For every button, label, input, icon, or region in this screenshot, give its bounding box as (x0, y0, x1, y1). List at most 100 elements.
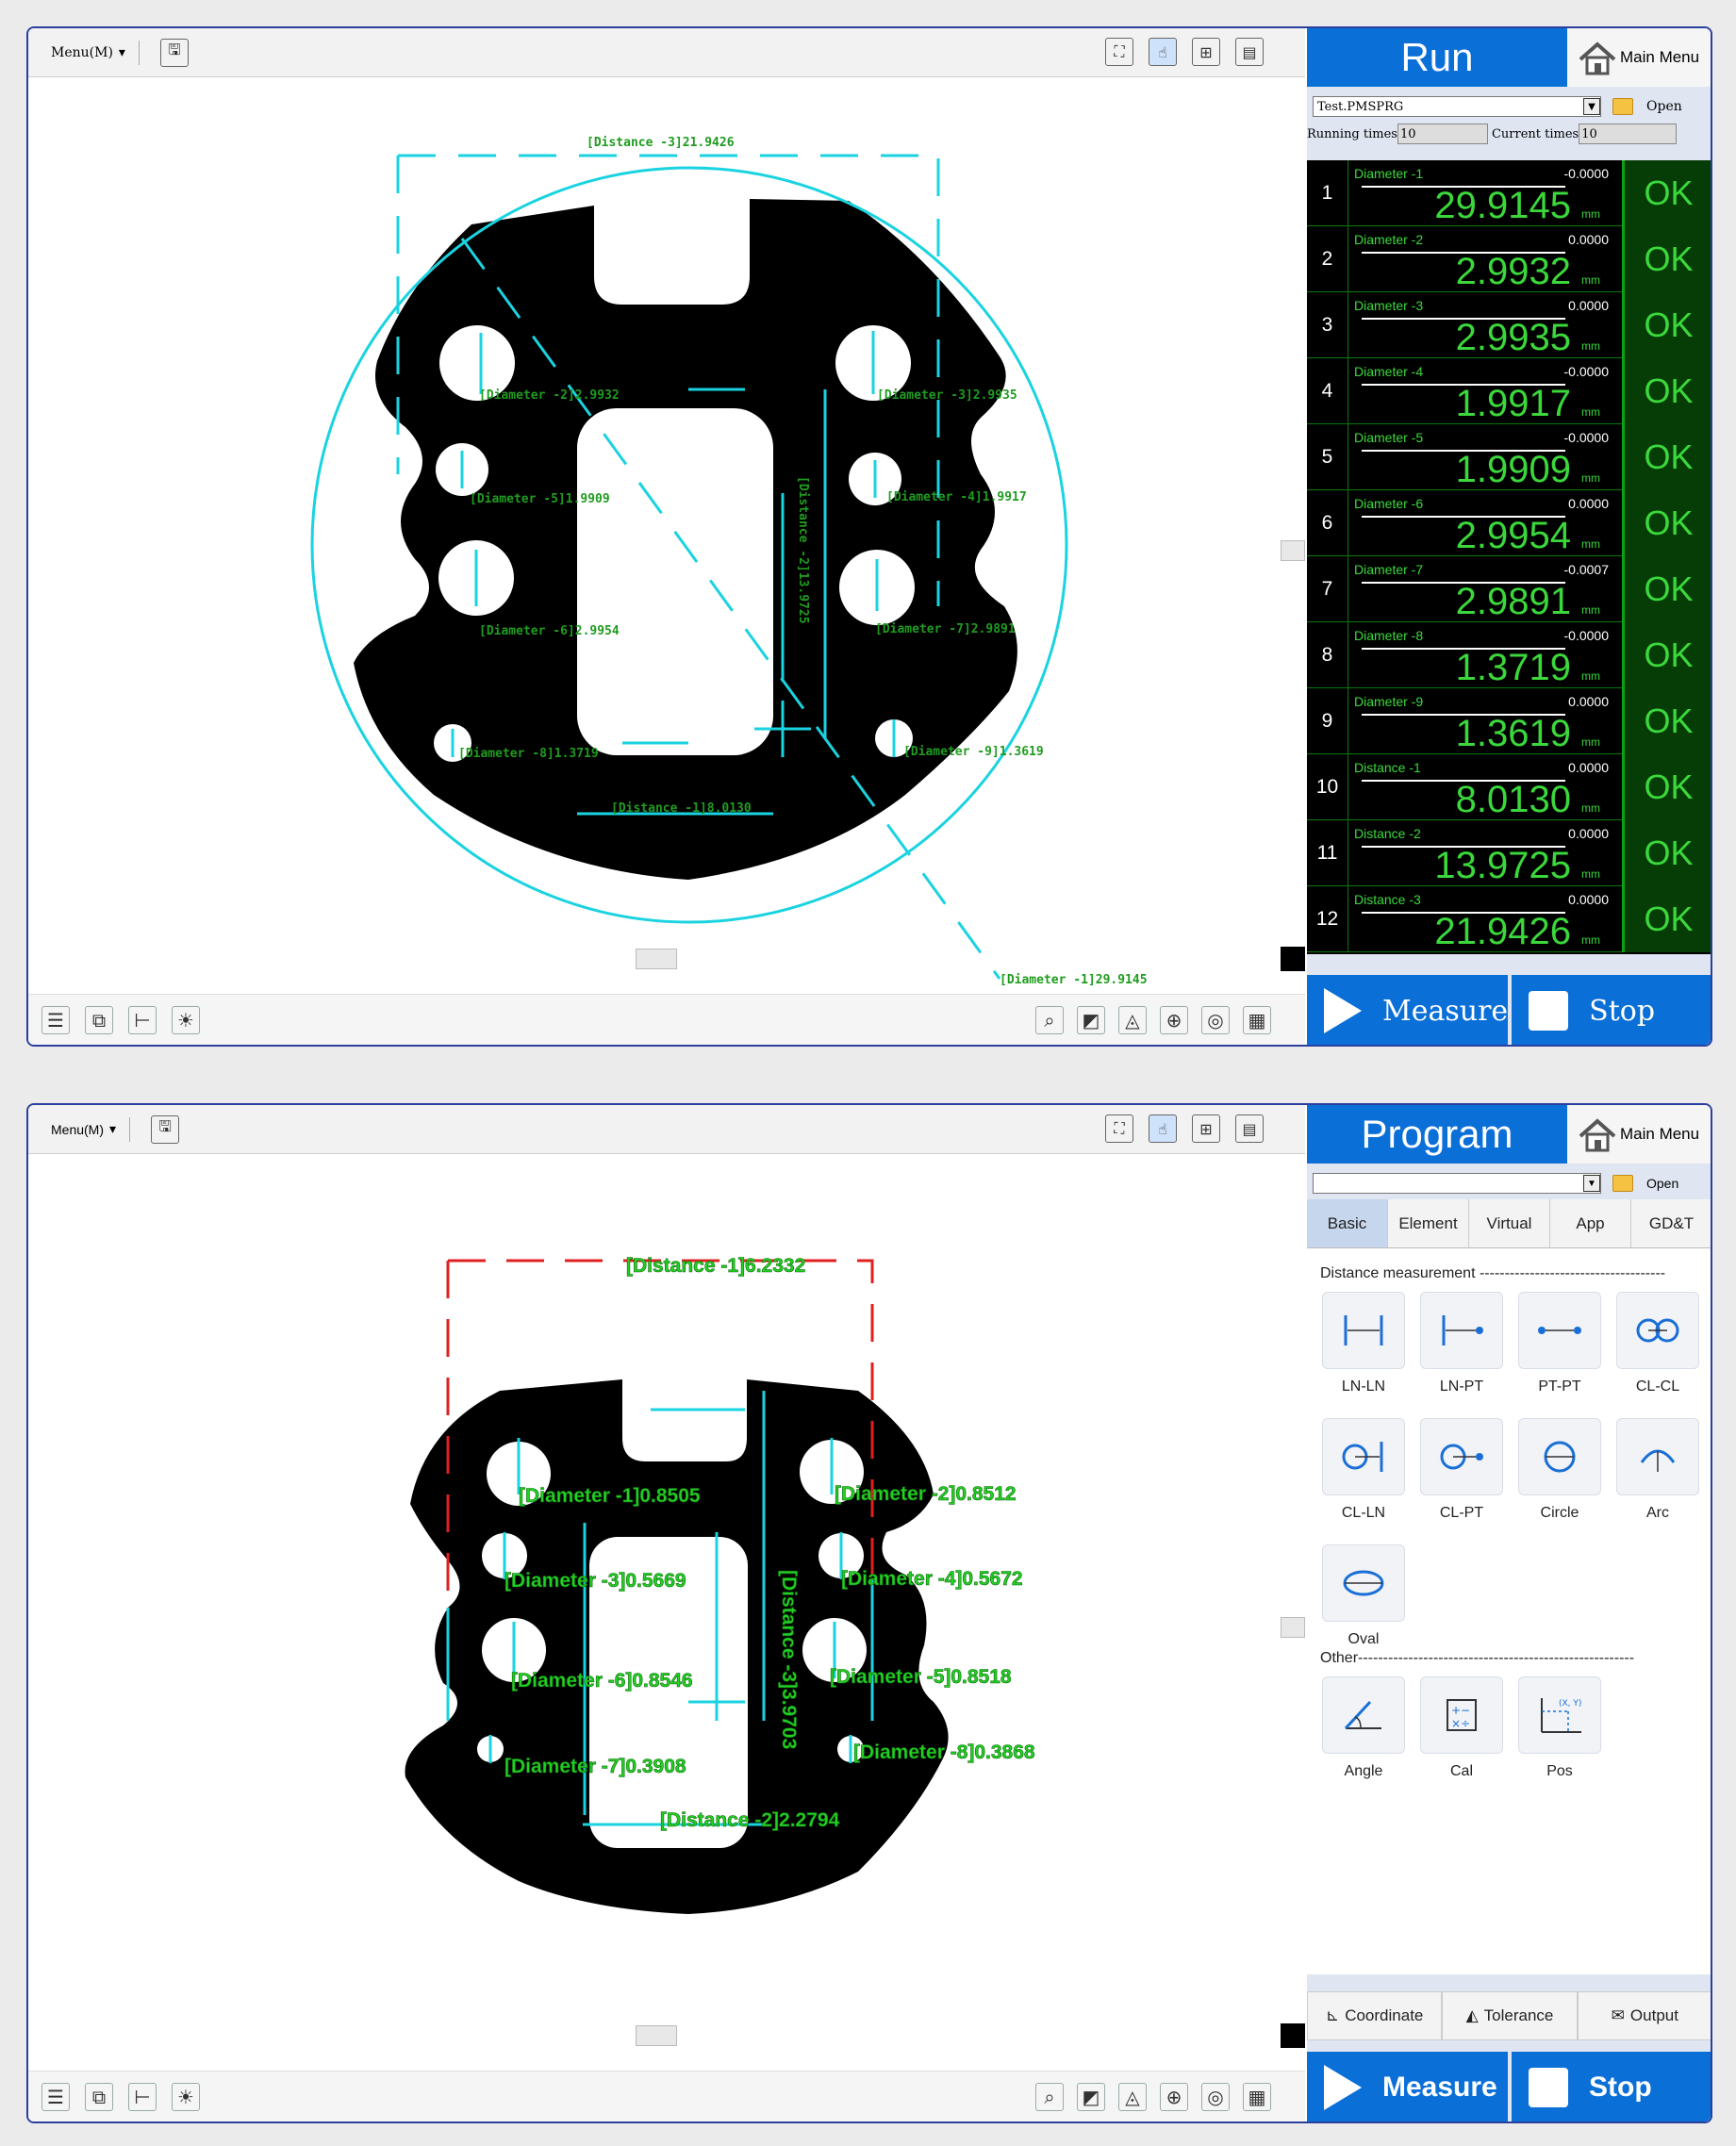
light-icon[interactable]: ⊢ (128, 2083, 157, 2111)
annotation-distance-2: [Distance -2]13.9725 (796, 476, 810, 624)
result-unit: mm (1581, 735, 1600, 749)
result-row[interactable]: 10 Distance -1 0.0000 8.0130 mm OK (1307, 754, 1711, 820)
pt-pt-icon (1538, 1327, 1581, 1334)
measure-label: Measure (1382, 994, 1509, 1028)
result-row[interactable]: 12 Distance -3 0.0000 21.9426 mm OK (1307, 886, 1711, 952)
result-name: Diameter -4 (1354, 364, 1424, 379)
image-filter-icon[interactable]: ◩ (1077, 2083, 1105, 2111)
tool-oval[interactable]: Oval (1322, 1544, 1405, 1648)
program-select[interactable]: Test.PMSPRG ▼ (1313, 96, 1601, 117)
open-button[interactable]: Open (1612, 98, 1682, 115)
tool-ln-ln[interactable]: LN-LN (1322, 1292, 1405, 1395)
capture-icon[interactable]: ◎ (1201, 1006, 1230, 1034)
brightness-icon[interactable]: ☀ (172, 1006, 200, 1034)
tab-output[interactable]: ✉ Output (1577, 1991, 1711, 2040)
tab-basic[interactable]: Basic (1307, 1199, 1388, 1247)
layers-icon[interactable]: ⧉ (85, 1006, 113, 1034)
annotation-diameter-4: [Diameter -4]1.9917 (886, 490, 1027, 504)
main-menu-button[interactable]: Main Menu (1567, 1105, 1711, 1164)
export-icon[interactable]: ▦ (1243, 2083, 1271, 2111)
stop-button[interactable]: Stop (1512, 975, 1711, 1045)
menu-button[interactable]: Menu(M) ▾ (51, 1121, 116, 1137)
image-search-icon[interactable]: ⌕ (1035, 1006, 1064, 1034)
zoom-area-icon[interactable]: ⊞ (1192, 38, 1220, 66)
hand-pan-icon[interactable]: ☝ (1149, 38, 1177, 66)
measure-button[interactable]: Measure (1307, 2052, 1508, 2121)
result-row[interactable]: 5 Diameter -5 -0.0000 1.9909 mm OK (1307, 424, 1711, 490)
measure-button[interactable]: Measure (1307, 975, 1509, 1045)
vertical-scroll-handle[interactable] (1281, 1617, 1305, 1638)
tab-gdt[interactable]: GD&T (1631, 1199, 1711, 1247)
image-settings-icon[interactable]: ▤ (1235, 1114, 1264, 1143)
layers-icon[interactable]: ⧉ (85, 2083, 113, 2111)
result-value: 29.9145 (1434, 185, 1571, 226)
menu-button[interactable]: Menu(M) ▾ (51, 45, 125, 60)
result-row[interactable]: 8 Diameter -8 -0.0000 1.3719 mm OK (1307, 622, 1711, 688)
tab-coordinate[interactable]: ⊾ Coordinate (1307, 1991, 1443, 2040)
edge-detect-icon[interactable]: ◬ (1118, 1006, 1147, 1034)
image-settings-icon[interactable]: ▤ (1235, 38, 1264, 66)
program-select[interactable]: ▼ (1313, 1173, 1601, 1194)
run-window: Menu(M) ▾ 🖫 ⛶ ☝ ⊞ ▤ [Distance -3]21.9426… (26, 26, 1712, 1047)
vertical-scroll-handle[interactable] (1281, 540, 1305, 561)
fit-view-icon[interactable]: ⛶ (1105, 38, 1133, 66)
result-row[interactable]: 9 Diameter -9 0.0000 1.3619 mm OK (1307, 688, 1711, 754)
svg-text:+−: +− (1451, 1704, 1470, 1717)
tool-cal[interactable]: +− ×÷ Cal (1420, 1676, 1503, 1780)
main-menu-label: Main Menu (1620, 1125, 1700, 1143)
image-canvas[interactable]: [Distance -3]21.9426 [Diameter -2]2.9932… (28, 78, 1305, 998)
result-row[interactable]: 3 Diameter -3 0.0000 2.9935 mm OK (1307, 292, 1711, 358)
tool-cl-ln[interactable]: CL-LN (1322, 1418, 1405, 1522)
tool-angle[interactable]: Angle (1322, 1676, 1405, 1780)
horizontal-scroll-handle[interactable] (636, 2025, 677, 2046)
tool-ln-pt[interactable]: LN-PT (1420, 1292, 1503, 1395)
result-row[interactable]: 4 Diameter -4 -0.0000 1.9917 mm OK (1307, 358, 1711, 424)
brightness-icon[interactable]: ☀ (172, 2083, 200, 2111)
export-icon[interactable]: ▦ (1243, 1006, 1271, 1034)
capture-icon[interactable]: ◎ (1201, 2083, 1230, 2111)
edge-detect-icon[interactable]: ◬ (1118, 2083, 1147, 2111)
running-times-field[interactable] (1397, 124, 1488, 144)
save-icon[interactable]: 🖫 (159, 38, 189, 67)
tab-virtual[interactable]: Virtual (1469, 1199, 1550, 1247)
annotation-diameter-5: [Diameter -5]1.9909 (470, 492, 610, 506)
tool-cl-cl[interactable]: CL-CL (1616, 1292, 1699, 1395)
image-filter-icon[interactable]: ◩ (1077, 1006, 1105, 1034)
zoom-area-icon[interactable]: ⊞ (1192, 1114, 1220, 1143)
annotation-diameter-2: [Diameter -2]0.8512 (835, 1483, 1017, 1505)
image-toolbar: Menu(M) ▾ 🖫 ⛶ ☝ ⊞ ▤ (28, 1105, 1305, 1154)
list-icon[interactable]: ☰ (41, 1006, 70, 1034)
result-row[interactable]: 2 Diameter -2 0.0000 2.9932 mm OK (1307, 226, 1711, 292)
target-icon[interactable]: ⊕ (1160, 2083, 1188, 2111)
tool-label: PT-PT (1538, 1378, 1581, 1395)
save-icon[interactable]: 🖫 (151, 1114, 180, 1144)
horizontal-scroll-handle[interactable] (636, 949, 677, 969)
current-times-field[interactable] (1579, 124, 1678, 144)
tool-circle[interactable]: Circle (1518, 1418, 1601, 1522)
image-canvas[interactable]: [Distance -1]6.2332 [Diameter -1]0.8505 … (28, 1155, 1305, 2074)
image-search-icon[interactable]: ⌕ (1035, 2083, 1064, 2111)
annotation-diameter-5: [Diameter -5]0.8518 (830, 1666, 1012, 1688)
result-row[interactable]: 6 Diameter -6 0.0000 2.9954 mm OK (1307, 490, 1711, 556)
tab-app[interactable]: App (1550, 1199, 1631, 1247)
list-icon[interactable]: ☰ (41, 2083, 70, 2111)
result-value: 2.9935 (1455, 317, 1571, 358)
fit-view-icon[interactable]: ⛶ (1105, 1114, 1133, 1143)
result-row[interactable]: 11 Distance -2 0.0000 13.9725 mm OK (1307, 820, 1711, 886)
result-name: Distance -1 (1354, 760, 1421, 775)
result-index: 7 (1307, 556, 1348, 622)
light-icon[interactable]: ⊢ (128, 1006, 157, 1034)
result-row[interactable]: 7 Diameter -7 -0.0007 2.9891 mm OK (1307, 556, 1711, 622)
open-button[interactable]: Open (1612, 1175, 1678, 1192)
hand-pan-icon[interactable]: ☝ (1149, 1114, 1177, 1143)
tab-tolerance[interactable]: ◭ Tolerance (1442, 1991, 1578, 2040)
tool-pt-pt[interactable]: PT-PT (1518, 1292, 1601, 1395)
tool-arc[interactable]: Arc (1616, 1418, 1699, 1522)
result-row[interactable]: 1 Diameter -1 -0.0000 29.9145 mm OK (1307, 160, 1711, 226)
tool-cl-pt[interactable]: CL-PT (1420, 1418, 1503, 1522)
tab-element[interactable]: Element (1388, 1199, 1469, 1247)
tool-pos[interactable]: (X, Y) Pos (1518, 1676, 1601, 1780)
stop-button[interactable]: Stop (1512, 2052, 1711, 2121)
main-menu-button[interactable]: Main Menu (1567, 28, 1711, 87)
target-icon[interactable]: ⊕ (1160, 1006, 1188, 1034)
